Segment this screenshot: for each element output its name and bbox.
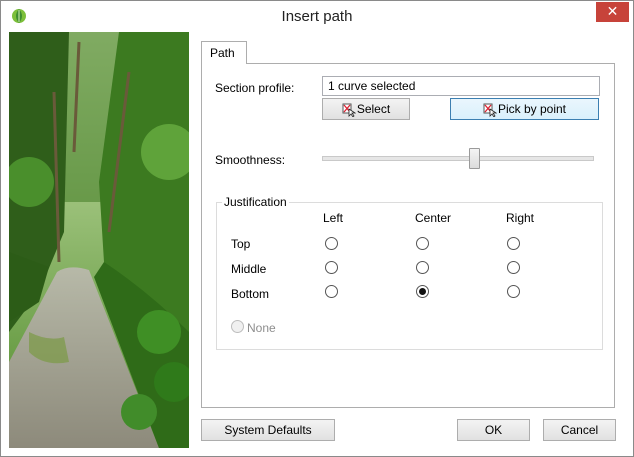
- justification-legend: Justification: [222, 195, 289, 209]
- radio-top-left[interactable]: [325, 237, 338, 250]
- select-button[interactable]: Select: [322, 98, 410, 120]
- radio-top-right[interactable]: [507, 237, 520, 250]
- smoothness-slider-thumb[interactable]: [469, 148, 480, 169]
- select-button-label: Select: [356, 102, 391, 116]
- close-button[interactable]: ✕: [596, 2, 629, 22]
- radio-bottom-right[interactable]: [507, 285, 520, 298]
- column-center-label: Center: [415, 211, 452, 225]
- tab-path[interactable]: Path: [201, 41, 247, 64]
- column-right-label: Right: [506, 211, 535, 225]
- radio-none[interactable]: [231, 320, 244, 333]
- radio-middle-center[interactable]: [416, 261, 429, 274]
- pick-by-point-label: Pick by point: [497, 102, 567, 116]
- title-bar: Insert path ✕: [1, 1, 633, 31]
- insert-path-dialog: Insert path ✕ Path Section profile: 1 cu…: [0, 0, 634, 457]
- radio-bottom-center[interactable]: [416, 285, 429, 298]
- section-profile-label: Section profile:: [215, 81, 295, 95]
- section-profile-field[interactable]: 1 curve selected: [322, 76, 600, 96]
- none-label: None: [247, 321, 276, 335]
- pick-point-cursor-icon: [483, 103, 497, 117]
- pick-by-point-button[interactable]: Pick by point: [450, 98, 599, 120]
- system-defaults-button[interactable]: System Defaults: [201, 419, 335, 441]
- smoothness-label: Smoothness:: [215, 153, 286, 167]
- row-middle-label: Middle: [231, 262, 267, 276]
- close-icon: ✕: [606, 3, 619, 19]
- smoothness-slider-track[interactable]: [322, 156, 594, 161]
- radio-middle-left[interactable]: [325, 261, 338, 274]
- ok-button[interactable]: OK: [457, 419, 530, 441]
- row-bottom-label: Bottom: [231, 287, 270, 301]
- tab-path-label: Path: [210, 46, 235, 60]
- radio-middle-right[interactable]: [507, 261, 520, 274]
- row-top-label: Top: [231, 237, 251, 251]
- radio-top-center[interactable]: [416, 237, 429, 250]
- radio-bottom-left[interactable]: [325, 285, 338, 298]
- pick-cursor-icon: [342, 103, 356, 117]
- section-profile-value: 1 curve selected: [328, 79, 416, 93]
- column-left-label: Left: [323, 211, 344, 225]
- window-title: Insert path: [281, 8, 353, 25]
- path-preview-image: [9, 32, 189, 448]
- cancel-button[interactable]: Cancel: [543, 419, 616, 441]
